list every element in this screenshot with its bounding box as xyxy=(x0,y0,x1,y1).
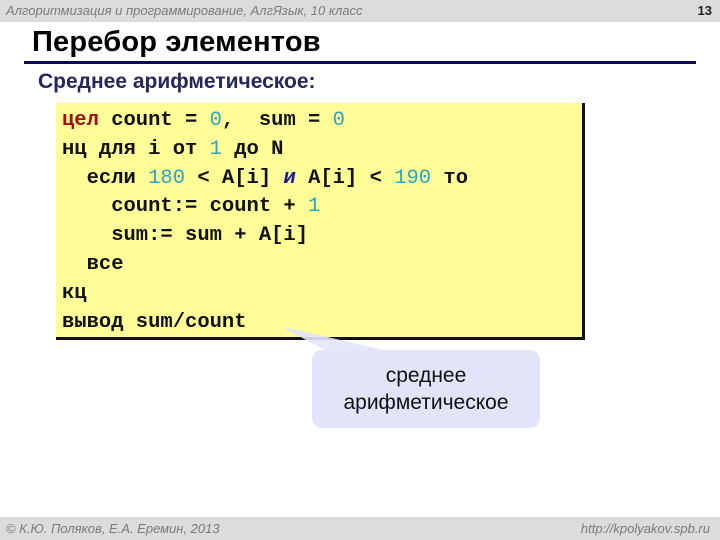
footer-bar: © К.Ю. Поляков, Е.А. Еремин, 2013 http:/… xyxy=(0,517,720,540)
callout-line-1: среднее xyxy=(385,364,467,387)
copyright-text: © К.Ю. Поляков, Е.А. Еремин, 2013 xyxy=(6,521,220,536)
site-url[interactable]: http://kpolyakov.spb.ru xyxy=(581,521,710,536)
callout-line-2: арифметическое xyxy=(343,391,509,414)
callout-pointer xyxy=(280,326,392,356)
callout-bubble: среднее арифметическое xyxy=(312,350,540,428)
